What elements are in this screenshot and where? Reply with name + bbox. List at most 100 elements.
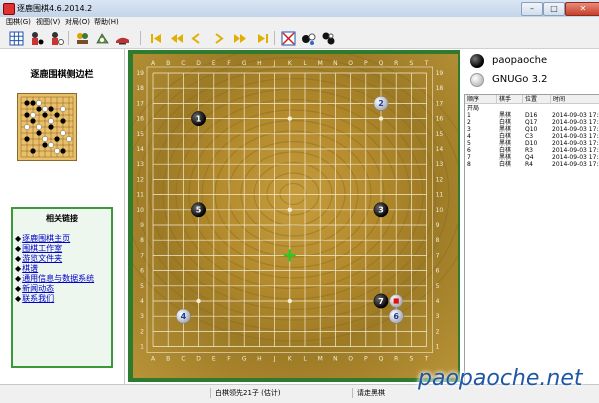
player-black: paopaoche	[466, 52, 596, 70]
last-move-icon[interactable]	[254, 30, 270, 46]
cell-pos: R3	[525, 147, 533, 154]
col-label-top: B	[166, 60, 170, 67]
engine-icon[interactable]	[300, 30, 316, 46]
col-header-time[interactable]: 时间	[551, 95, 599, 104]
col-label-top: S	[409, 60, 413, 67]
forward-icon[interactable]	[210, 30, 226, 46]
wood-grain-ring	[123, 56, 463, 332]
white-stone: 4	[175, 308, 191, 324]
play-black-icon[interactable]	[28, 30, 44, 46]
col-label-top: E	[212, 60, 216, 67]
table-row[interactable]: 4 白棋 C3 2014-09-03 17:2	[465, 133, 599, 140]
table-row[interactable]: 5 黑棋 D10 2014-09-03 17:2	[465, 140, 599, 147]
row-label-left: 19	[136, 70, 144, 77]
new-board-icon[interactable]	[8, 30, 24, 46]
wood-grain-ring	[136, 67, 450, 321]
score-icon[interactable]	[280, 30, 296, 46]
row-label-left: 15	[136, 131, 144, 138]
cell-seq: 开局	[467, 105, 480, 112]
col-label-bottom: M	[318, 356, 323, 363]
play-white-icon[interactable]	[48, 30, 64, 46]
close-button[interactable]: ✕	[565, 2, 599, 16]
table-row[interactable]: 1 黑棋 D16 2014-09-03 17:2	[465, 112, 599, 119]
cell-seq: 1	[467, 112, 471, 119]
col-label-bottom: A	[151, 356, 156, 363]
col-label-top: K	[288, 60, 293, 67]
table-row[interactable]: 3 黑棋 Q10 2014-09-03 17:2	[465, 126, 599, 133]
table-row[interactable]: 2 白棋 Q17 2014-09-03 17:2	[465, 119, 599, 126]
move-list-table[interactable]: 顺序 棋手 位置 时间 开局 1 黑棋 D16 2014-09-03 17:2 2 白棋 Q1…	[464, 94, 599, 386]
col-label-bottom: D	[196, 356, 201, 363]
row-label-right: 17	[436, 100, 444, 107]
row-label-left: 17	[136, 100, 144, 107]
related-links-box: 相关链接 ◆逐鹿围棋主页 ◆围棋工作室 ◆游览文件夹 ◆棋谱 ◆通用信息与数据系…	[11, 207, 113, 368]
col-header-player[interactable]: 棋手	[497, 95, 523, 104]
cell-seq: 2	[467, 119, 471, 126]
settings-icon[interactable]	[320, 30, 336, 46]
col-label-top: P	[364, 60, 368, 67]
col-label-bottom: B	[166, 356, 170, 363]
menu-game[interactable]: 围棋(G)	[6, 17, 31, 28]
go-board[interactable]: A A B B C C D D E E F F G G H H J J K K L L M M N N O O P P Q Q R R S S T T 19…	[110, 46, 476, 378]
menu-help[interactable]: 帮助(H)	[94, 17, 119, 28]
back-ten-icon[interactable]	[168, 30, 184, 46]
col-label-bottom: T	[424, 356, 429, 363]
wood-grain-ring	[175, 98, 411, 290]
window-title: 逐鹿围棋4.6.2014.2	[17, 4, 93, 13]
row-label-right: 18	[436, 85, 444, 92]
move-number: 2	[378, 99, 384, 108]
col-label-bottom: C	[181, 356, 185, 363]
col-label-top: T	[424, 60, 429, 67]
row-label-left: 3	[140, 313, 144, 320]
wood-grain-ring	[214, 130, 372, 258]
forward-ten-icon[interactable]	[232, 30, 248, 46]
col-label-bottom: N	[333, 356, 338, 363]
row-label-right: 8	[436, 237, 440, 244]
analyze-icon[interactable]	[94, 30, 110, 46]
move-number: 6	[393, 312, 399, 321]
player-white-name: GNUGo 3.2	[492, 74, 548, 85]
col-label-top: O	[348, 60, 353, 67]
cell-player: 白棋	[499, 147, 512, 154]
table-row[interactable]: 8 白棋 R4 2014-09-03 17:2	[465, 161, 599, 168]
black-stone: 1	[191, 111, 207, 127]
wood-grain-ring	[110, 46, 476, 342]
col-header-seq[interactable]: 顺序	[465, 95, 497, 104]
menu-view[interactable]: 视图(V)	[36, 17, 60, 28]
col-label-top: H	[257, 60, 262, 67]
link-contact[interactable]: ◆联系我们	[15, 293, 54, 304]
row-label-right: 4	[436, 298, 440, 305]
row-label-left: 5	[140, 283, 144, 290]
cell-seq: 4	[467, 133, 471, 140]
board-grid[interactable]: AABBCCDDEEFFGGHHJJKKLLMMNNOOPPQQRRSSTT19…	[110, 46, 476, 378]
board-thumbnail[interactable]	[17, 93, 77, 161]
row-label-left: 2	[140, 328, 144, 335]
wood-grain-ring	[149, 77, 437, 311]
back-icon[interactable]	[188, 30, 204, 46]
col-label-top: A	[151, 60, 156, 67]
row-label-left: 8	[140, 237, 144, 244]
minimize-button[interactable]: –	[521, 2, 543, 16]
menu-match[interactable]: 对局(O)	[65, 17, 90, 28]
table-row[interactable]: 6 白棋 R3 2014-09-03 17:2	[465, 147, 599, 154]
cell-player: 白棋	[499, 119, 512, 126]
maximize-button[interactable]: □	[543, 2, 565, 16]
cell-time: 2014-09-03 17:2	[552, 147, 599, 154]
col-label-bottom: P	[364, 356, 368, 363]
app-icon	[3, 3, 15, 15]
col-label-top: M	[318, 60, 323, 67]
links-title: 相关链接	[46, 214, 78, 223]
toolbar-separator	[274, 31, 275, 45]
row-label-right: 19	[436, 70, 444, 77]
col-header-pos[interactable]: 位置	[523, 95, 551, 104]
col-label-bottom: J	[273, 356, 276, 363]
white-stone-icon	[470, 73, 484, 87]
table-row[interactable]: 7 黑棋 Q4 2014-09-03 17:2	[465, 154, 599, 161]
first-move-icon[interactable]	[148, 30, 164, 46]
hint-icon[interactable]	[114, 30, 130, 46]
cell-time: 2014-09-03 17:2	[552, 133, 599, 140]
cell-player: 白棋	[499, 133, 512, 140]
table-row[interactable]: 开局	[465, 105, 599, 112]
star-point	[196, 298, 201, 304]
players-icon[interactable]	[74, 30, 90, 46]
